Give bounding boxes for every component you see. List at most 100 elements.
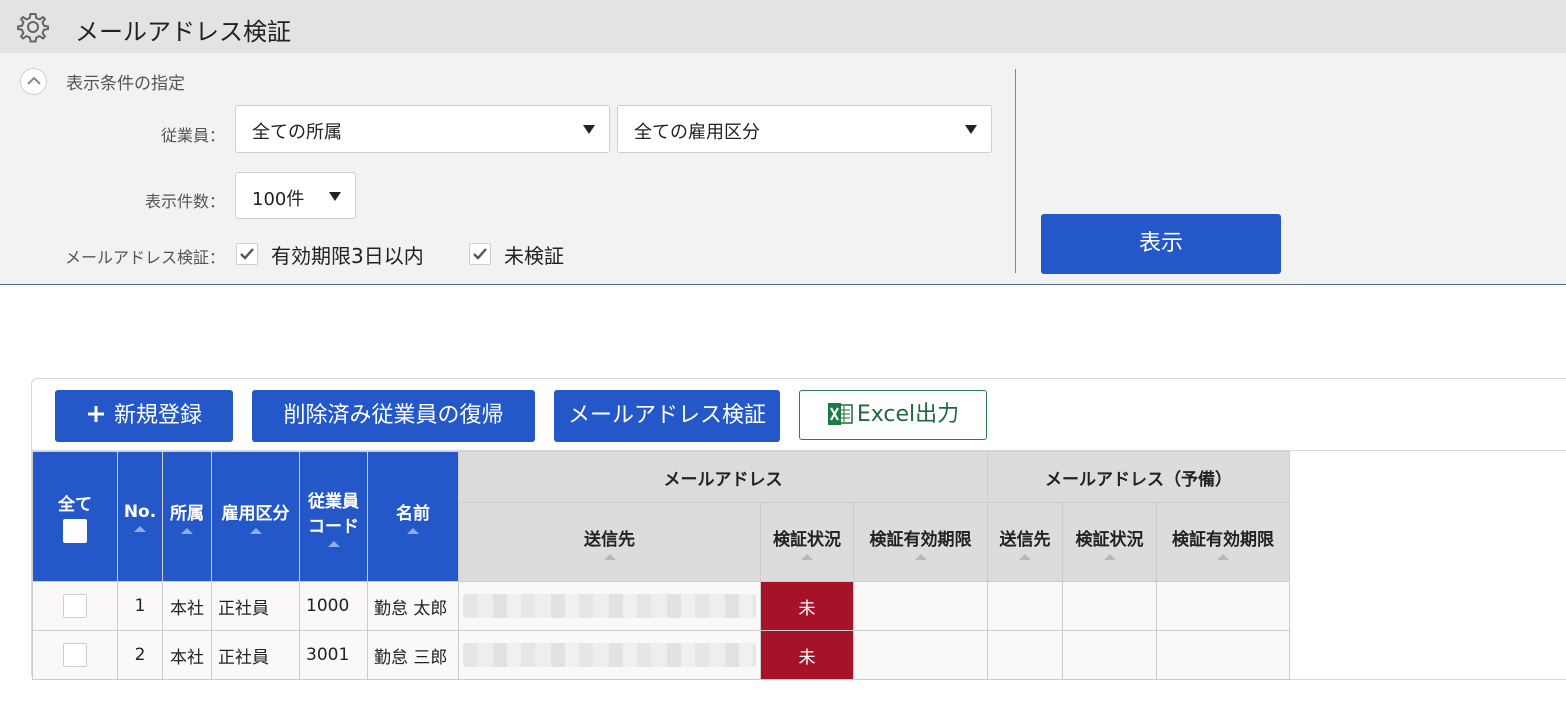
affiliation-select-value: 全ての所属 (252, 122, 342, 143)
sort-icon (1217, 553, 1229, 560)
count-select-value: 100件 (252, 189, 305, 210)
row-send-to (458, 581, 761, 631)
header-employee-code[interactable]: 従業員 コード (299, 451, 368, 582)
title-bar: メールアドレス検証 (0, 0, 1566, 53)
header-employment[interactable]: 雇用区分 (211, 451, 300, 582)
count-select[interactable]: 100件 (235, 172, 356, 219)
row-employment: 正社員 (211, 581, 300, 631)
row-send-to-backup (987, 581, 1063, 631)
row-checkbox[interactable] (63, 643, 87, 667)
gear-icon[interactable] (16, 10, 50, 44)
sort-icon (181, 528, 193, 534)
check-icon (240, 248, 254, 260)
dropdown-arrow-icon (329, 192, 341, 201)
employment-select[interactable]: 全ての雇用区分 (617, 105, 992, 153)
header-send-to-backup-label: 送信先 (999, 529, 1051, 550)
header-verify-expiry-backup-label: 検証有効期限 (1172, 529, 1274, 550)
excel-export-button[interactable]: Excel出力 (799, 390, 987, 440)
row-checkbox[interactable] (63, 594, 87, 618)
unverified-checkbox[interactable] (469, 243, 491, 265)
expiry-3days-checkbox[interactable] (236, 243, 258, 265)
header-affiliation[interactable]: 所属 (162, 451, 212, 582)
header-verify-expiry-backup[interactable]: 検証有効期限 (1156, 502, 1290, 582)
header-send-to-label: 送信先 (584, 529, 635, 550)
sort-icon (1019, 553, 1031, 560)
row-no: 2 (117, 630, 163, 680)
check-icon (473, 248, 487, 260)
affiliation-select[interactable]: 全ての所属 (235, 105, 610, 153)
sort-icon (249, 528, 262, 534)
redacted-email (463, 594, 756, 618)
employment-select-value: 全ての雇用区分 (634, 122, 760, 143)
header-name[interactable]: 名前 (367, 451, 459, 582)
header-verify-status-label: 検証状況 (773, 529, 841, 550)
row-verify-status-backup (1062, 630, 1157, 680)
row-affiliation: 本社 (162, 630, 212, 680)
header-email-group: メールアドレス (458, 451, 988, 503)
expiry-3days-label[interactable]: 有効期限3日以内 (271, 240, 424, 269)
header-verify-expiry-label: 検証有効期限 (869, 529, 972, 550)
sort-icon (407, 528, 419, 534)
select-all-checkbox[interactable] (63, 519, 87, 543)
header-all-label: 全て (58, 495, 92, 515)
email-verify-button[interactable]: メールアドレス検証 (554, 390, 780, 442)
header-send-to[interactable]: 送信先 (458, 502, 761, 582)
row-affiliation: 本社 (162, 581, 212, 631)
count-label: 表示件数： (144, 192, 225, 211)
header-verify-status[interactable]: 検証状況 (760, 502, 854, 582)
sort-icon (603, 553, 616, 560)
collapse-toggle[interactable] (20, 68, 47, 95)
dropdown-arrow-icon (965, 125, 977, 134)
sort-icon (801, 553, 813, 560)
unverified-label[interactable]: 未検証 (504, 240, 564, 269)
header-email-backup-group: メールアドレス（予備） (987, 451, 1290, 503)
header-name-label: 名前 (396, 504, 430, 524)
header-affiliation-label: 所属 (170, 504, 204, 524)
new-register-button[interactable]: 新規登録 (55, 390, 233, 442)
row-employee-code: 3001 (299, 630, 368, 680)
row-send-to (458, 630, 761, 680)
row-verify-expiry-backup (1156, 581, 1290, 631)
row-no: 1 (117, 581, 163, 631)
show-button[interactable]: 表示 (1041, 214, 1281, 274)
table-row[interactable]: 1 本社 正社員 1000 勤怠 太郎 未 (32, 581, 1290, 631)
header-code-label-1: 従業員 (308, 491, 359, 512)
row-employment: 正社員 (211, 630, 300, 680)
header-no-label: No. (123, 501, 157, 522)
row-employee-code: 1000 (299, 581, 368, 631)
row-verify-expiry (853, 581, 988, 631)
display-conditions-panel: 表示条件の指定 従業員： 全ての所属 全ての雇用区分 表示件数： 100件 メー… (0, 53, 1566, 285)
header-verify-expiry[interactable]: 検証有効期限 (853, 502, 988, 582)
table-row[interactable]: 2 本社 正社員 3001 勤怠 三郎 未 (32, 630, 1290, 680)
verify-label: メールアドレス検証： (64, 248, 225, 267)
employee-table: 全て No. 所属 雇用区分 従業員コード 名前 メールアドレス メールアドレス… (32, 451, 1290, 680)
row-checkbox-cell (32, 581, 118, 631)
row-verify-status-backup (1062, 581, 1157, 631)
header-code-label-2: コード (308, 516, 359, 537)
dropdown-arrow-icon (583, 125, 595, 134)
row-verify-expiry-backup (1156, 630, 1290, 680)
header-select-all[interactable]: 全て (32, 451, 118, 582)
vertical-divider (1015, 69, 1016, 273)
header-employment-label: 雇用区分 (221, 504, 290, 524)
header-verify-status-backup-label: 検証状況 (1075, 529, 1144, 550)
row-name[interactable]: 勤怠 太郎 (367, 581, 459, 631)
row-send-to-backup (987, 630, 1063, 680)
row-name[interactable]: 勤怠 三郎 (367, 630, 459, 680)
sort-icon (914, 553, 927, 560)
conditions-title: 表示条件の指定 (66, 74, 185, 94)
excel-icon (827, 403, 853, 425)
sort-icon (1103, 553, 1116, 560)
header-send-to-backup[interactable]: 送信先 (987, 502, 1063, 582)
header-verify-status-backup[interactable]: 検証状況 (1062, 502, 1157, 582)
restore-deleted-button[interactable]: 削除済み従業員の復帰 (252, 390, 535, 442)
employee-label: 従業員： (160, 126, 225, 145)
header-no[interactable]: No. (117, 451, 163, 582)
sort-icon (134, 525, 146, 532)
redacted-email (463, 643, 756, 667)
row-verify-status: 未 (760, 630, 854, 680)
row-checkbox-cell (32, 630, 118, 680)
page-title: メールアドレス検証 (75, 18, 291, 46)
new-register-label: 新規登録 (113, 403, 202, 428)
plus-icon (87, 406, 104, 422)
